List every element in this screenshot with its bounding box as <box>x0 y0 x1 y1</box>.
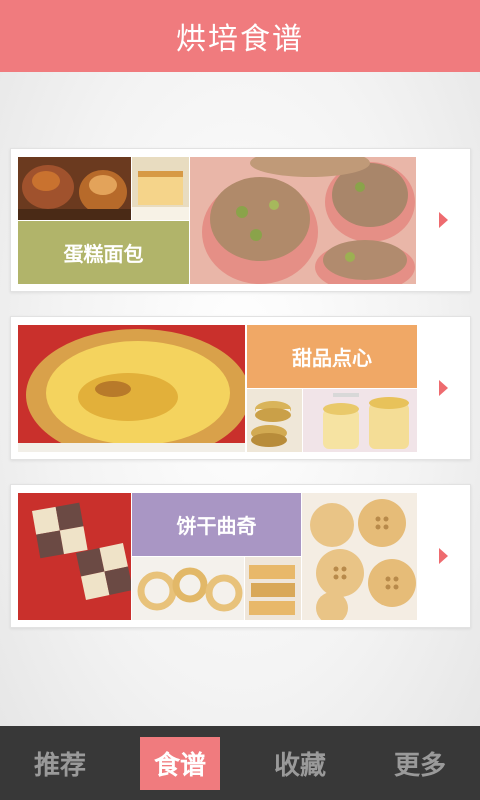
chevron-right-icon <box>439 212 448 228</box>
button-cookies-image <box>302 493 417 620</box>
egg-tart-image <box>18 325 245 452</box>
tab-recipes[interactable]: 食谱 <box>120 726 240 800</box>
bottom-tab-bar: 推荐 食谱 收藏 更多 <box>0 726 480 800</box>
tab-favorites[interactable]: 收藏 <box>240 726 360 800</box>
tab-more[interactable]: 更多 <box>360 726 480 800</box>
crackers-image <box>245 557 301 620</box>
chevron-right-icon <box>439 380 448 396</box>
macarons-image <box>247 389 302 452</box>
category-card-cake-bread[interactable]: 蛋糕面包 <box>10 148 471 292</box>
pudding-cups-image <box>303 389 417 452</box>
chevron-right-icon <box>439 548 448 564</box>
bread-rolls-image <box>18 157 131 220</box>
category-label-desserts: 甜品点心 <box>247 325 417 388</box>
tab-recommend[interactable]: 推荐 <box>0 726 120 800</box>
category-label-cake-bread: 蛋糕面包 <box>18 221 189 284</box>
page-title: 烘培食谱 <box>176 22 304 57</box>
category-label-cookies: 饼干曲奇 <box>132 493 301 556</box>
app-header: 烘培食谱 <box>0 0 480 72</box>
category-card-cookies[interactable]: 饼干曲奇 <box>10 484 471 628</box>
category-card-desserts[interactable]: 甜品点心 <box>10 316 471 460</box>
muffins-image <box>190 157 416 284</box>
butter-cookies-image <box>132 557 244 620</box>
checkerboard-cookies-image <box>18 493 131 620</box>
cake-slice-image <box>132 157 189 220</box>
